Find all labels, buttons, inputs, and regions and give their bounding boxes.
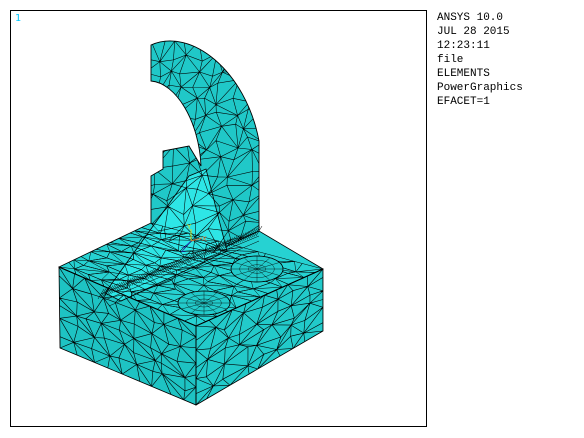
info-version: ANSYS 10.0 — [437, 12, 504, 24]
info-file: file — [437, 54, 464, 66]
info-plot-type: ELEMENTS — [437, 68, 490, 80]
info-efacet: EFACET=1 — [437, 96, 490, 108]
triad-y-label: Y — [186, 223, 192, 231]
info-panel: ANSYS 10.0 JUL 28 2015 12:23:11 file ELE… — [437, 11, 577, 109]
hole-mesh-lines — [177, 290, 231, 316]
info-date: JUL 28 2015 — [437, 26, 510, 38]
graphics-viewport[interactable]: 1 Y X Z — [10, 10, 427, 427]
info-time: 12:23:11 — [437, 40, 490, 52]
finite-element-mesh-model: Y X Z — [58, 40, 324, 406]
info-graphics-mode: PowerGraphics — [437, 82, 523, 94]
hole-mesh-lines — [230, 255, 284, 283]
triad-x-label: X — [202, 235, 207, 243]
triad-z-label: Z — [181, 246, 186, 254]
